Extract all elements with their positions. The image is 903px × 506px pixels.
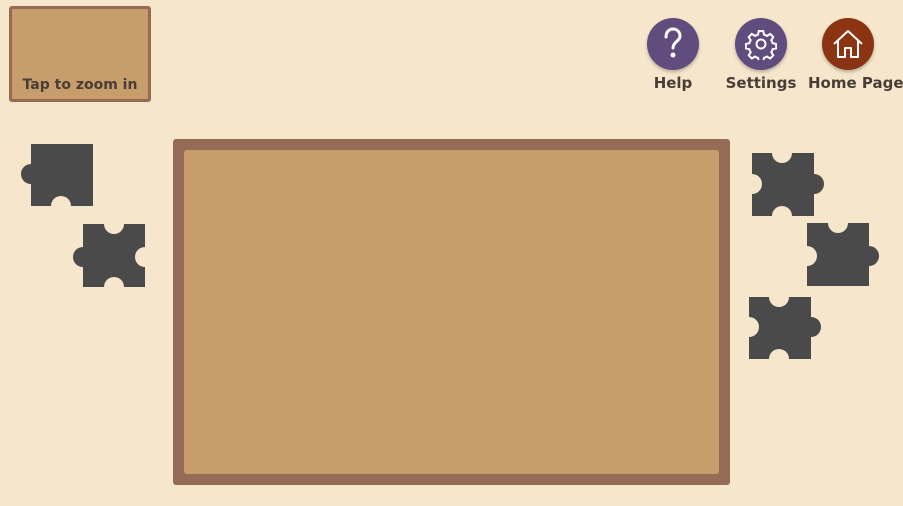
zoom-preview[interactable]: Tap to zoom in xyxy=(9,6,151,102)
puzzle-piece[interactable] xyxy=(751,152,827,218)
puzzle-board-frame xyxy=(173,139,730,485)
settings-label: Settings xyxy=(725,74,797,92)
home-page-label: Home Page xyxy=(808,74,903,92)
gear-icon xyxy=(735,18,787,70)
settings-button[interactable]: Settings xyxy=(721,18,801,96)
puzzle-piece[interactable] xyxy=(71,223,147,289)
puzzle-piece[interactable] xyxy=(806,222,882,288)
puzzle-piece[interactable] xyxy=(19,144,95,208)
help-label: Help xyxy=(653,74,693,92)
help-button[interactable]: Help xyxy=(633,18,713,96)
home-page-button[interactable]: Home Page xyxy=(808,18,903,96)
zoom-preview-label: Tap to zoom in xyxy=(22,77,138,93)
question-icon xyxy=(647,18,699,70)
house-icon xyxy=(822,18,874,70)
puzzle-piece[interactable] xyxy=(748,295,824,361)
puzzle-board[interactable] xyxy=(184,150,719,474)
